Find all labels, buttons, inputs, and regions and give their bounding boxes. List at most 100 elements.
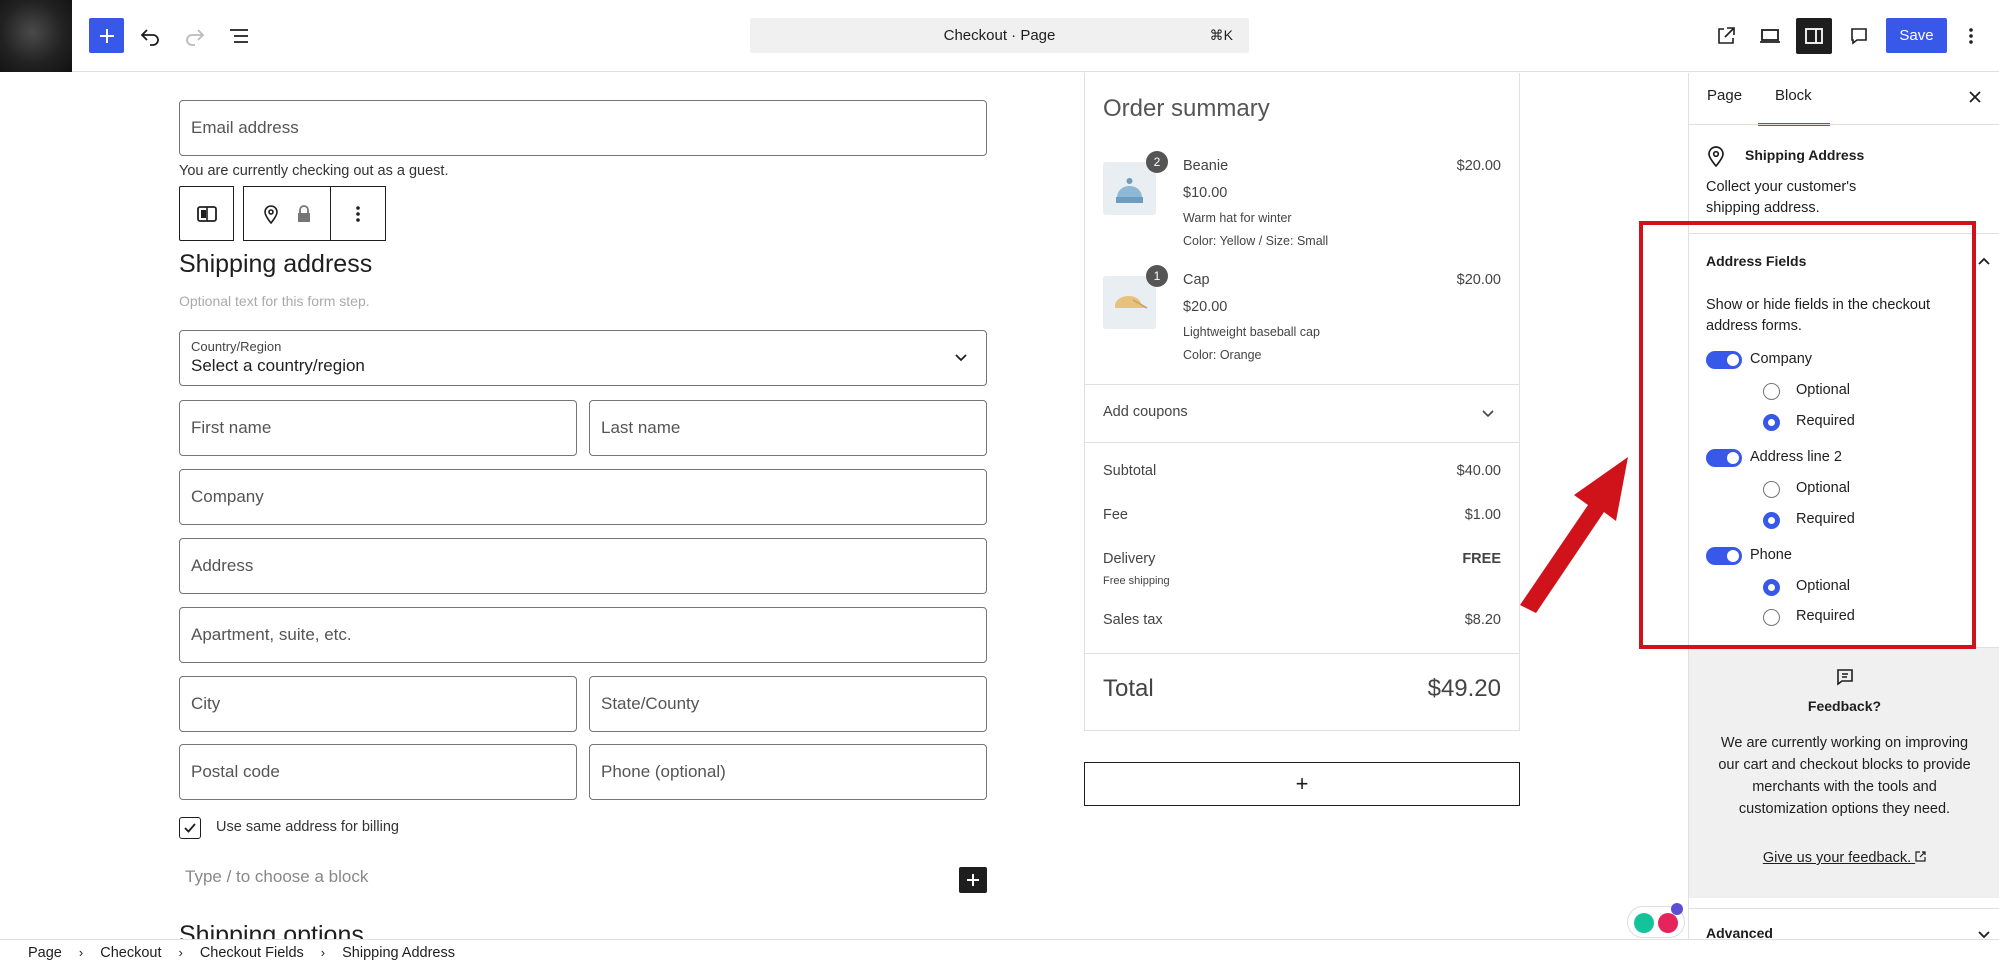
chevron-right-icon: › [178, 945, 183, 960]
plus-icon [99, 28, 114, 43]
billing-label[interactable]: Use same address for billing [216, 819, 399, 835]
add-block-button[interactable] [959, 867, 987, 893]
settings-toggle-button[interactable] [1796, 18, 1832, 54]
delivery-note: Free shipping [1103, 575, 1170, 587]
phone-placeholder: Phone (optional) [601, 762, 726, 781]
chevron-down-icon[interactable] [1481, 409, 1495, 419]
document-overview-button[interactable] [221, 18, 257, 54]
redo-icon [186, 29, 205, 46]
block-name: Shipping Address [1745, 147, 1865, 163]
postal-code-field[interactable]: Postal code [179, 744, 577, 800]
block-options-button[interactable] [331, 186, 386, 241]
breadcrumb-item[interactable]: Page [28, 945, 62, 961]
cap-image [1103, 276, 1156, 329]
state-field[interactable]: State/County [589, 676, 987, 732]
country-select[interactable]: Country/Region Select a country/region [179, 330, 987, 386]
shipping-optional-text[interactable]: Optional text for this form step. [179, 293, 370, 309]
first-name-placeholder: First name [191, 418, 272, 437]
state-placeholder: State/County [601, 694, 700, 713]
location-pin-icon [1708, 146, 1724, 167]
shipping-heading[interactable]: Shipping address [179, 250, 372, 279]
save-button[interactable]: Save [1886, 18, 1947, 53]
apartment-field[interactable]: Apartment, suite, etc. [179, 607, 987, 663]
list-view-icon [230, 29, 248, 43]
chevron-down-icon[interactable] [1977, 930, 1991, 939]
block-type-button[interactable] [179, 186, 234, 241]
divider [1085, 653, 1519, 654]
more-vertical-icon [356, 205, 360, 222]
block-type-icon [196, 205, 217, 222]
breadcrumb-item[interactable]: Checkout [100, 945, 161, 961]
postal-placeholder: Postal code [191, 762, 280, 781]
editor-topbar: Checkout · Page ⌘K Save [0, 0, 1999, 72]
order-summary: Order summary 2 Beanie $20.00 $10.00 War… [1084, 73, 1520, 731]
chevron-down-icon [955, 354, 967, 362]
guest-note: You are currently checking out as a gues… [179, 163, 449, 179]
item-meta: Color: Orange [1183, 348, 1262, 362]
last-name-field[interactable]: Last name [589, 400, 987, 456]
redo-button[interactable] [177, 18, 213, 54]
billing-checkbox[interactable] [179, 817, 201, 839]
first-name-field[interactable]: First name [179, 400, 577, 456]
chevron-up-icon[interactable] [1977, 256, 1991, 266]
tab-page[interactable]: Page [1707, 87, 1742, 104]
device-preview-button[interactable] [1752, 18, 1788, 54]
comments-button[interactable] [1841, 18, 1877, 54]
assistant-alert-icon [1658, 913, 1678, 933]
feedback-title: Feedback? [1807, 698, 1882, 714]
item-total: $20.00 [1456, 272, 1501, 288]
feedback-text: We are currently working on improving ou… [1718, 735, 1971, 817]
editor-canvas: Email address You are currently checking… [0, 73, 1688, 939]
plus-icon: + [1295, 771, 1309, 796]
divider [1085, 384, 1519, 385]
lock-icon[interactable] [297, 204, 311, 223]
subtotal-value: $40.00 [1456, 463, 1501, 479]
feedback-link[interactable]: Give us your feedback. [1689, 850, 1999, 866]
tab-block[interactable]: Block [1775, 87, 1812, 104]
site-logo[interactable] [0, 0, 72, 72]
undo-button[interactable] [132, 18, 168, 54]
append-block-button[interactable]: + [1084, 762, 1520, 806]
save-label: Save [1899, 27, 1934, 44]
delivery-value: FREE [1462, 551, 1501, 567]
block-toolbar [179, 186, 386, 241]
options-menu-button[interactable] [1956, 18, 1986, 54]
country-value: Select a country/region [191, 356, 365, 375]
quantity-badge: 1 [1146, 265, 1168, 287]
beanie-icon [1116, 178, 1143, 203]
location-pin-icon[interactable] [263, 204, 279, 224]
feedback-panel: Feedback? We are currently working on im… [1689, 648, 1999, 898]
breadcrumb-item[interactable]: Shipping Address [342, 945, 455, 961]
external-link-icon [1718, 27, 1735, 44]
delivery-label: Delivery [1103, 551, 1156, 567]
comment-icon [1851, 28, 1867, 45]
block-appender-placeholder[interactable]: Type / to choose a block [185, 867, 368, 887]
item-description: Warm hat for winter [1183, 211, 1292, 225]
add-coupons-toggle[interactable]: Add coupons [1103, 404, 1188, 420]
feedback-icon [1837, 669, 1853, 686]
divider [1689, 124, 1999, 125]
block-inserter-button[interactable] [89, 18, 124, 53]
command-shortcut: ⌘K [1209, 27, 1233, 43]
view-page-button[interactable] [1708, 18, 1744, 54]
email-field[interactable]: Email address [179, 100, 987, 156]
item-price: $10.00 [1183, 185, 1228, 201]
city-field[interactable]: City [179, 676, 577, 732]
total-label: Total [1103, 675, 1154, 702]
beanie-image [1103, 162, 1156, 215]
breadcrumb-item[interactable]: Checkout Fields [200, 945, 304, 961]
close-icon[interactable] [1968, 90, 1982, 104]
document-title: Checkout · Page [943, 27, 1056, 44]
phone-field[interactable]: Phone (optional) [589, 744, 987, 800]
address-field[interactable]: Address [179, 538, 987, 594]
company-field[interactable]: Company [179, 469, 987, 525]
desktop-icon [1760, 29, 1780, 43]
shipping-options-heading[interactable]: Shipping options [179, 921, 364, 939]
advanced-panel-toggle[interactable]: Advanced [1706, 925, 1773, 939]
notification-dot [1671, 903, 1683, 915]
writing-assistant-badge[interactable] [1627, 903, 1685, 938]
checkmark-icon [184, 823, 196, 833]
item-total: $20.00 [1456, 158, 1501, 174]
fee-label: Fee [1103, 507, 1128, 523]
command-palette-button[interactable]: Checkout · Page ⌘K [750, 18, 1249, 53]
